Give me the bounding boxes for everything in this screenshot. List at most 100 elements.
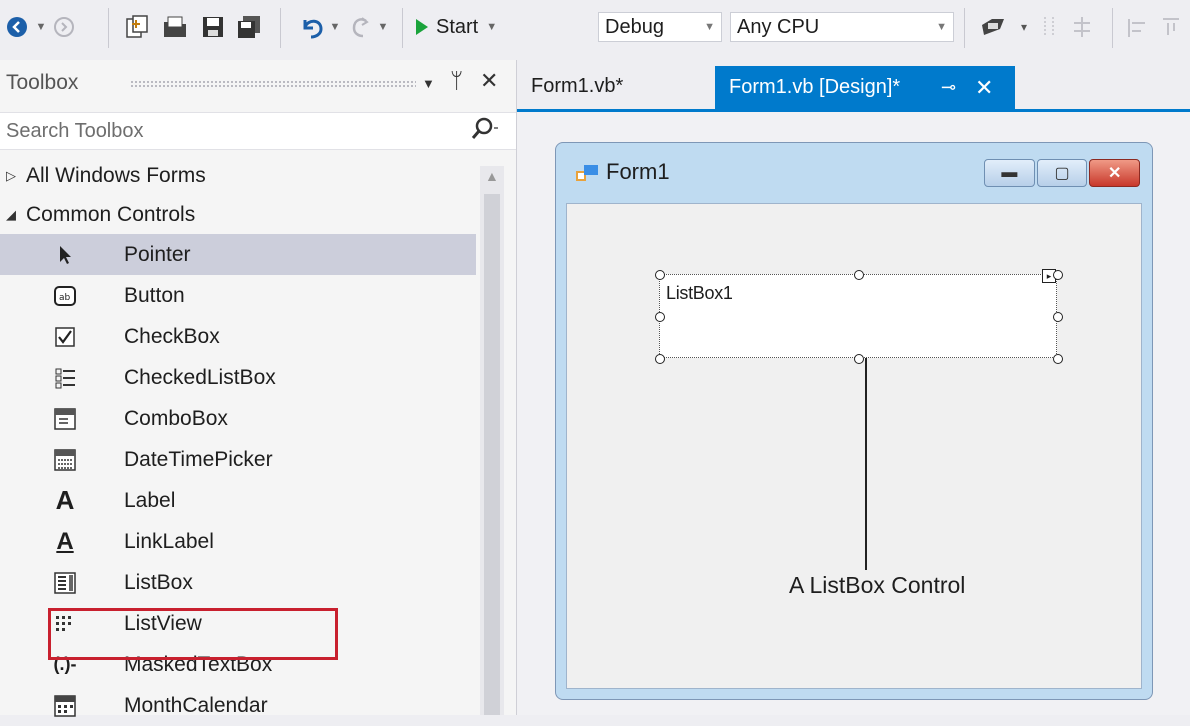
configuration-select[interactable]: Debug ▼ <box>598 12 722 42</box>
toolbar-overflow-button[interactable]: ▾ <box>1014 14 1034 40</box>
undo-dropdown-button[interactable]: ▼ <box>328 14 342 40</box>
find-in-files-icon <box>982 19 1004 35</box>
toolbar-separator <box>964 8 965 48</box>
toolbox-item-checkedlistbox[interactable]: CheckedListBox <box>0 357 476 398</box>
listbox-name: ListBox1 <box>666 283 733 303</box>
toolbox-search <box>0 112 516 150</box>
close-icon: ✕ <box>1107 165 1122 182</box>
resize-handle-ne[interactable] <box>1053 270 1063 280</box>
save-all-icon <box>238 16 260 38</box>
close-toolbox-button[interactable]: ✕ <box>480 68 498 94</box>
back-icon <box>7 17 27 37</box>
align-tops-button[interactable] <box>1158 14 1184 40</box>
pin-tab-icon[interactable]: ⊸ <box>941 77 956 98</box>
navigate-forward-button[interactable] <box>52 14 76 40</box>
open-folder-icon <box>164 16 186 37</box>
search-button[interactable] <box>470 116 502 148</box>
scrollbar-thumb[interactable] <box>484 194 500 715</box>
listbox-highlight-box <box>48 608 338 660</box>
align-lefts-icon <box>1044 17 1054 37</box>
resize-handle-sw[interactable] <box>655 354 665 364</box>
resize-handle-nw[interactable] <box>655 270 665 280</box>
toolbox-item-combobox[interactable]: ComboBox <box>0 398 476 439</box>
redo-dropdown-button[interactable]: ▼ <box>376 14 390 40</box>
redo-button[interactable] <box>346 14 374 40</box>
toolbox-item-checkbox[interactable]: CheckBox <box>0 316 476 357</box>
toolbox-item-label: DateTimePicker <box>124 447 273 471</box>
tab-form1-code[interactable]: Form1.vb* <box>531 66 623 106</box>
new-project-button[interactable] <box>122 14 152 40</box>
toolbox-item-label: Button <box>124 283 185 307</box>
align-centers-button[interactable] <box>1070 14 1094 40</box>
resize-handle-w[interactable] <box>655 312 665 322</box>
play-icon <box>416 19 428 35</box>
toolbox-item-monthcalendar[interactable]: MonthCalendar <box>0 685 476 726</box>
minimize-icon: ▬ <box>1001 164 1018 181</box>
new-project-icon <box>126 15 148 38</box>
toolbar-separator <box>108 8 109 48</box>
toolbox-item-datetimepicker[interactable]: DateTimePicker <box>0 439 476 480</box>
navigate-back-button[interactable] <box>4 14 30 40</box>
main-toolbar: ▼ ▼ ▼ Start ▼ Debug ▼ Any CPU ▼ ▾ <box>0 0 1190 61</box>
label-icon: A <box>55 485 75 515</box>
collapse-icon: ◢ <box>6 206 16 222</box>
auto-hide-button[interactable]: ᛘ <box>450 68 463 94</box>
window-position-button[interactable]: ▼ <box>422 76 435 91</box>
start-debug-button[interactable]: Start ▼ <box>414 14 498 40</box>
toolbox-item-label: CheckedListBox <box>124 365 276 389</box>
category-all-windows-forms[interactable]: ▷ All Windows Forms <box>0 156 476 195</box>
tab-form1-design[interactable]: Form1.vb [Design]* ⊸ ✕ <box>715 66 1015 109</box>
toolbox-item-button[interactable]: ab Button <box>0 275 476 316</box>
resize-handle-n[interactable] <box>854 270 864 280</box>
form-title: Form1 <box>606 159 670 184</box>
pointer-icon <box>52 242 78 268</box>
platform-select[interactable]: Any CPU ▼ <box>730 12 954 42</box>
datetimepicker-icon <box>52 447 78 473</box>
align-rights-button[interactable] <box>1124 14 1150 40</box>
align-lefts-button[interactable] <box>1040 14 1060 40</box>
category-label: Common Controls <box>26 202 196 226</box>
close-button[interactable]: ✕ <box>1089 159 1141 187</box>
callout-line <box>865 358 867 570</box>
open-file-button[interactable] <box>160 14 190 40</box>
toolbar-separator <box>280 8 281 48</box>
category-label: All Windows Forms <box>26 163 206 187</box>
maximize-button[interactable]: ▢ <box>1036 159 1088 187</box>
toolbox-item-label[interactable]: A Label <box>0 480 476 521</box>
checkbox-icon <box>52 324 78 350</box>
minimize-button[interactable]: ▬ <box>984 159 1035 187</box>
resize-handle-se[interactable] <box>1053 354 1063 364</box>
drag-grip[interactable] <box>130 80 416 88</box>
resize-handle-e[interactable] <box>1053 312 1063 322</box>
search-icon <box>471 117 498 139</box>
toolbox-item-listbox[interactable]: ListBox <box>0 562 476 603</box>
toolbox-title-bar: Toolbox ▼ ᛘ ✕ <box>0 60 516 106</box>
find-in-files-button[interactable] <box>978 14 1010 40</box>
form-client-area[interactable]: ListBox1 ▸ A ListBox Control <box>566 203 1142 689</box>
toolbox-item-pointer[interactable]: Pointer <box>0 234 476 275</box>
toolbox-item-label: ListBox <box>124 570 193 594</box>
category-common-controls[interactable]: ◢ Common Controls <box>0 195 476 234</box>
form1-window[interactable]: Form1 ▬ ▢ ✕ ListBox1 ▸ A ListBox Control <box>555 142 1153 700</box>
resize-handle-s[interactable] <box>854 354 864 364</box>
search-input[interactable] <box>4 118 428 144</box>
align-tops-icon <box>1163 18 1179 35</box>
svg-text:ab: ab <box>59 293 71 303</box>
expand-icon: ▷ <box>6 167 16 183</box>
save-all-button[interactable] <box>234 14 264 40</box>
save-button[interactable] <box>198 14 228 40</box>
button-icon: ab <box>52 283 78 309</box>
redo-icon <box>352 17 369 38</box>
toolbox-scrollbar[interactable]: ▲ <box>480 166 504 715</box>
close-tab-icon[interactable]: ✕ <box>975 75 993 101</box>
designer-surface[interactable]: Form1 ▬ ▢ ✕ ListBox1 ▸ A ListBox Control <box>517 112 1190 715</box>
smart-tag-icon: ▸ <box>1046 271 1052 281</box>
listbox-control[interactable]: ListBox1 ▸ <box>655 269 1063 364</box>
scroll-up-icon[interactable]: ▲ <box>485 168 499 184</box>
chevron-down-icon: ▼ <box>35 21 47 33</box>
toolbox-item-linklabel[interactable]: A LinkLabel <box>0 521 476 562</box>
checkedlistbox-icon <box>52 365 78 391</box>
toolbox-item-label: ComboBox <box>124 406 228 430</box>
undo-button[interactable] <box>298 14 326 40</box>
back-dropdown-button[interactable]: ▼ <box>34 14 48 40</box>
